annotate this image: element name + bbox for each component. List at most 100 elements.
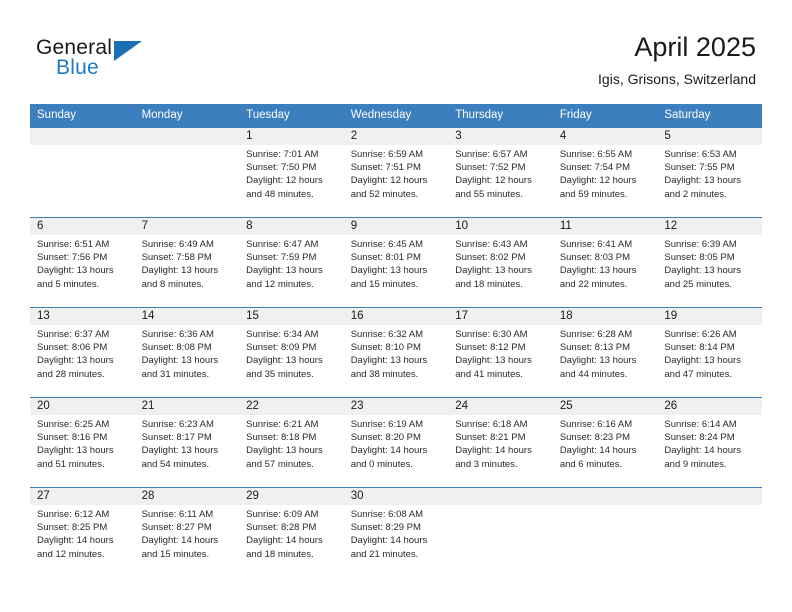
calendar-day-cell[interactable]: 9 Sunrise: 6:45 AM Sunset: 8:01 PM Daylight… bbox=[343, 217, 449, 308]
calendar-day-cell[interactable]: 26 Sunrise: 6:14 AM Sunset: 8:24 PM Dayligh… bbox=[657, 397, 762, 488]
day-cell-inner: 28 Sunrise: 6:11 AM Sunset: 8:27 PM Dayligh… bbox=[134, 488, 240, 577]
day-cell-inner: 18 Sunrise: 6:28 AM Sunset: 8:13 PM Dayligh… bbox=[552, 308, 658, 397]
calendar-day-cell[interactable]: 6 Sunrise: 6:51 AM Sunset: 7:56 PM Daylight… bbox=[30, 217, 135, 308]
day-info: Sunrise: 6:57 AM Sunset: 7:52 PM Daylight:… bbox=[448, 145, 553, 201]
day-info: Sunrise: 6:55 AM Sunset: 7:54 PM Daylight:… bbox=[553, 145, 658, 201]
sunrise-text: Sunrise: 6:11 AM bbox=[141, 509, 214, 520]
title-block: April 2025 Igis, Grisons, Switzerland bbox=[598, 30, 756, 88]
sunset-text: Sunset: 7:52 PM bbox=[455, 162, 526, 174]
sunrise-text: Sunrise: 6:18 AM bbox=[455, 419, 528, 430]
sunrise-text: Sunrise: 6:30 AM bbox=[455, 329, 528, 340]
calendar-day-cell[interactable]: 30 Sunrise: 6:08 AM Sunset: 8:29 PM Dayligh… bbox=[343, 487, 449, 577]
sunset-text: Sunset: 8:17 PM bbox=[141, 432, 212, 444]
sunrise-text: Sunrise: 6:12 AM bbox=[37, 509, 110, 520]
daylight-text: Daylight: 13 hours and 5 minutes. bbox=[37, 265, 114, 290]
daylight-text: Daylight: 14 hours and 21 minutes. bbox=[350, 535, 428, 560]
day-number: 13 bbox=[30, 308, 135, 325]
sunset-text: Sunset: 8:24 PM bbox=[664, 432, 735, 444]
calendar-day-cell[interactable]: 17 Sunrise: 6:30 AM Sunset: 8:12 PM Dayligh… bbox=[448, 307, 553, 398]
day-number: 10 bbox=[448, 218, 553, 235]
day-info: Sunrise: 6:19 AM Sunset: 8:20 PM Daylight:… bbox=[344, 415, 449, 471]
calendar-day-cell[interactable]: 12 Sunrise: 6:39 AM Sunset: 8:05 PM Dayligh… bbox=[657, 217, 762, 308]
calendar-day-cell[interactable]: 3 Sunrise: 6:57 AM Sunset: 7:52 PM Daylight… bbox=[448, 127, 553, 218]
sunset-text: Sunset: 8:23 PM bbox=[559, 432, 631, 444]
day-number: 27 bbox=[30, 488, 135, 505]
calendar-day-cell[interactable]: 13 Sunrise: 6:37 AM Sunset: 8:06 PM Dayligh… bbox=[30, 307, 135, 398]
daylight-text: Daylight: 13 hours and 44 minutes. bbox=[559, 355, 637, 380]
sunset-text: Sunset: 8:05 PM bbox=[664, 252, 735, 264]
calendar-day-cell[interactable]: 22 Sunrise: 6:21 AM Sunset: 8:18 PM Dayligh… bbox=[239, 397, 344, 488]
daylight-text: Daylight: 13 hours and 18 minutes. bbox=[455, 265, 532, 290]
day-number: 18 bbox=[552, 308, 658, 325]
calendar-day-cell[interactable]: 16 Sunrise: 6:32 AM Sunset: 8:10 PM Dayligh… bbox=[343, 307, 449, 398]
day-number: 14 bbox=[134, 308, 240, 325]
calendar-day-cell[interactable]: 7 Sunrise: 6:49 AM Sunset: 7:58 PM Daylight… bbox=[134, 217, 240, 308]
sunrise-text: Sunrise: 6:08 AM bbox=[350, 509, 424, 520]
sunset-text: Sunset: 8:14 PM bbox=[664, 342, 735, 354]
day-info: Sunrise: 6:41 AM Sunset: 8:03 PM Daylight:… bbox=[553, 235, 658, 291]
calendar-empty-cell bbox=[134, 127, 240, 218]
sunset-text: Sunset: 7:59 PM bbox=[246, 252, 317, 264]
day-number: 9 bbox=[343, 218, 449, 235]
calendar-day-cell[interactable]: 14 Sunrise: 6:36 AM Sunset: 8:08 PM Dayligh… bbox=[134, 307, 240, 398]
calendar-day-cell[interactable]: 1 Sunrise: 7:01 AM Sunset: 7:50 PM Daylight… bbox=[239, 127, 344, 218]
day-info: Sunrise: 6:23 AM Sunset: 8:17 PM Daylight:… bbox=[135, 415, 240, 471]
sunset-text: Sunset: 7:55 PM bbox=[664, 162, 735, 174]
calendar-day-cell[interactable]: 4 Sunrise: 6:55 AM Sunset: 7:54 PM Daylight… bbox=[552, 127, 658, 218]
sunset-text: Sunset: 8:10 PM bbox=[350, 342, 421, 354]
day-number: 30 bbox=[343, 488, 449, 505]
weekday-header-friday: Friday bbox=[552, 104, 658, 128]
day-cell-inner: 15 Sunrise: 6:34 AM Sunset: 8:09 PM Dayligh… bbox=[239, 308, 344, 397]
calendar-day-cell[interactable]: 15 Sunrise: 6:34 AM Sunset: 8:09 PM Dayligh… bbox=[239, 307, 344, 398]
day-number: 8 bbox=[239, 218, 344, 235]
calendar-day-cell[interactable]: 27 Sunrise: 6:12 AM Sunset: 8:25 PM Dayligh… bbox=[30, 487, 135, 577]
sunset-text: Sunset: 8:03 PM bbox=[559, 252, 631, 264]
day-info: Sunrise: 6:34 AM Sunset: 8:09 PM Daylight:… bbox=[239, 325, 344, 381]
sunrise-text: Sunrise: 6:28 AM bbox=[559, 329, 633, 340]
day-number: 4 bbox=[552, 128, 658, 145]
calendar-empty-cell bbox=[448, 487, 553, 577]
calendar-day-cell[interactable]: 25 Sunrise: 6:16 AM Sunset: 8:23 PM Dayligh… bbox=[552, 397, 658, 488]
day-number: 16 bbox=[343, 308, 449, 325]
sunset-text: Sunset: 8:06 PM bbox=[37, 342, 108, 354]
calendar-day-cell[interactable]: 5 Sunrise: 6:53 AM Sunset: 7:55 PM Daylight… bbox=[657, 127, 762, 218]
daylight-text: Daylight: 13 hours and 2 minutes. bbox=[664, 175, 741, 200]
calendar-day-cell[interactable]: 19 Sunrise: 6:26 AM Sunset: 8:14 PM Dayligh… bbox=[657, 307, 762, 398]
calendar-day-cell[interactable]: 10 Sunrise: 6:43 AM Sunset: 8:02 PM Dayligh… bbox=[448, 217, 553, 308]
brand-logo[interactable]: General Blue bbox=[36, 36, 176, 84]
calendar-day-cell[interactable]: 11 Sunrise: 6:41 AM Sunset: 8:03 PM Dayligh… bbox=[552, 217, 658, 308]
day-number: 11 bbox=[552, 218, 658, 235]
calendar-day-cell[interactable]: 28 Sunrise: 6:11 AM Sunset: 8:27 PM Dayligh… bbox=[134, 487, 240, 577]
calendar-day-cell[interactable]: 18 Sunrise: 6:28 AM Sunset: 8:13 PM Dayligh… bbox=[552, 307, 658, 398]
day-cell-inner bbox=[657, 488, 762, 577]
calendar-day-cell[interactable]: 24 Sunrise: 6:18 AM Sunset: 8:21 PM Dayligh… bbox=[448, 397, 553, 488]
calendar-day-cell[interactable]: 29 Sunrise: 6:09 AM Sunset: 8:28 PM Dayligh… bbox=[239, 487, 344, 577]
sunrise-text: Sunrise: 6:36 AM bbox=[141, 329, 214, 340]
sunrise-text: Sunrise: 6:16 AM bbox=[559, 419, 633, 430]
day-number: 24 bbox=[448, 398, 553, 415]
calendar-day-cell[interactable]: 8 Sunrise: 6:47 AM Sunset: 7:59 PM Daylight… bbox=[239, 217, 344, 308]
calendar-day-cell[interactable]: 23 Sunrise: 6:19 AM Sunset: 8:20 PM Dayligh… bbox=[343, 397, 449, 488]
sunset-text: Sunset: 8:02 PM bbox=[455, 252, 526, 264]
calendar-day-cell[interactable]: 2 Sunrise: 6:59 AM Sunset: 7:51 PM Daylight… bbox=[343, 127, 449, 218]
sunset-text: Sunset: 8:08 PM bbox=[141, 342, 212, 354]
daylight-text: Daylight: 12 hours and 55 minutes. bbox=[455, 175, 532, 200]
day-number bbox=[30, 128, 135, 145]
sunset-text: Sunset: 8:29 PM bbox=[350, 522, 421, 534]
day-cell-inner: 30 Sunrise: 6:08 AM Sunset: 8:29 PM Dayligh… bbox=[343, 488, 449, 577]
daylight-text: Daylight: 13 hours and 51 minutes. bbox=[37, 445, 114, 470]
weekday-header-saturday: Saturday bbox=[657, 104, 762, 128]
day-info: Sunrise: 6:25 AM Sunset: 8:16 PM Daylight:… bbox=[30, 415, 135, 471]
daylight-text: Daylight: 13 hours and 54 minutes. bbox=[141, 445, 219, 470]
day-info: Sunrise: 6:43 AM Sunset: 8:02 PM Daylight:… bbox=[448, 235, 553, 291]
day-number: 25 bbox=[552, 398, 658, 415]
calendar-day-cell[interactable]: 20 Sunrise: 6:25 AM Sunset: 8:16 PM Dayligh… bbox=[30, 397, 135, 488]
calendar-empty-cell bbox=[30, 127, 135, 218]
sunrise-text: Sunrise: 6:53 AM bbox=[664, 149, 737, 160]
calendar-day-cell[interactable]: 21 Sunrise: 6:23 AM Sunset: 8:17 PM Dayligh… bbox=[134, 397, 240, 488]
daylight-text: Daylight: 14 hours and 6 minutes. bbox=[559, 445, 637, 470]
sunset-text: Sunset: 7:50 PM bbox=[246, 162, 317, 174]
day-info: Sunrise: 6:37 AM Sunset: 8:06 PM Daylight:… bbox=[30, 325, 135, 381]
daylight-text: Daylight: 12 hours and 59 minutes. bbox=[559, 175, 637, 200]
day-info: Sunrise: 6:30 AM Sunset: 8:12 PM Daylight:… bbox=[448, 325, 553, 381]
